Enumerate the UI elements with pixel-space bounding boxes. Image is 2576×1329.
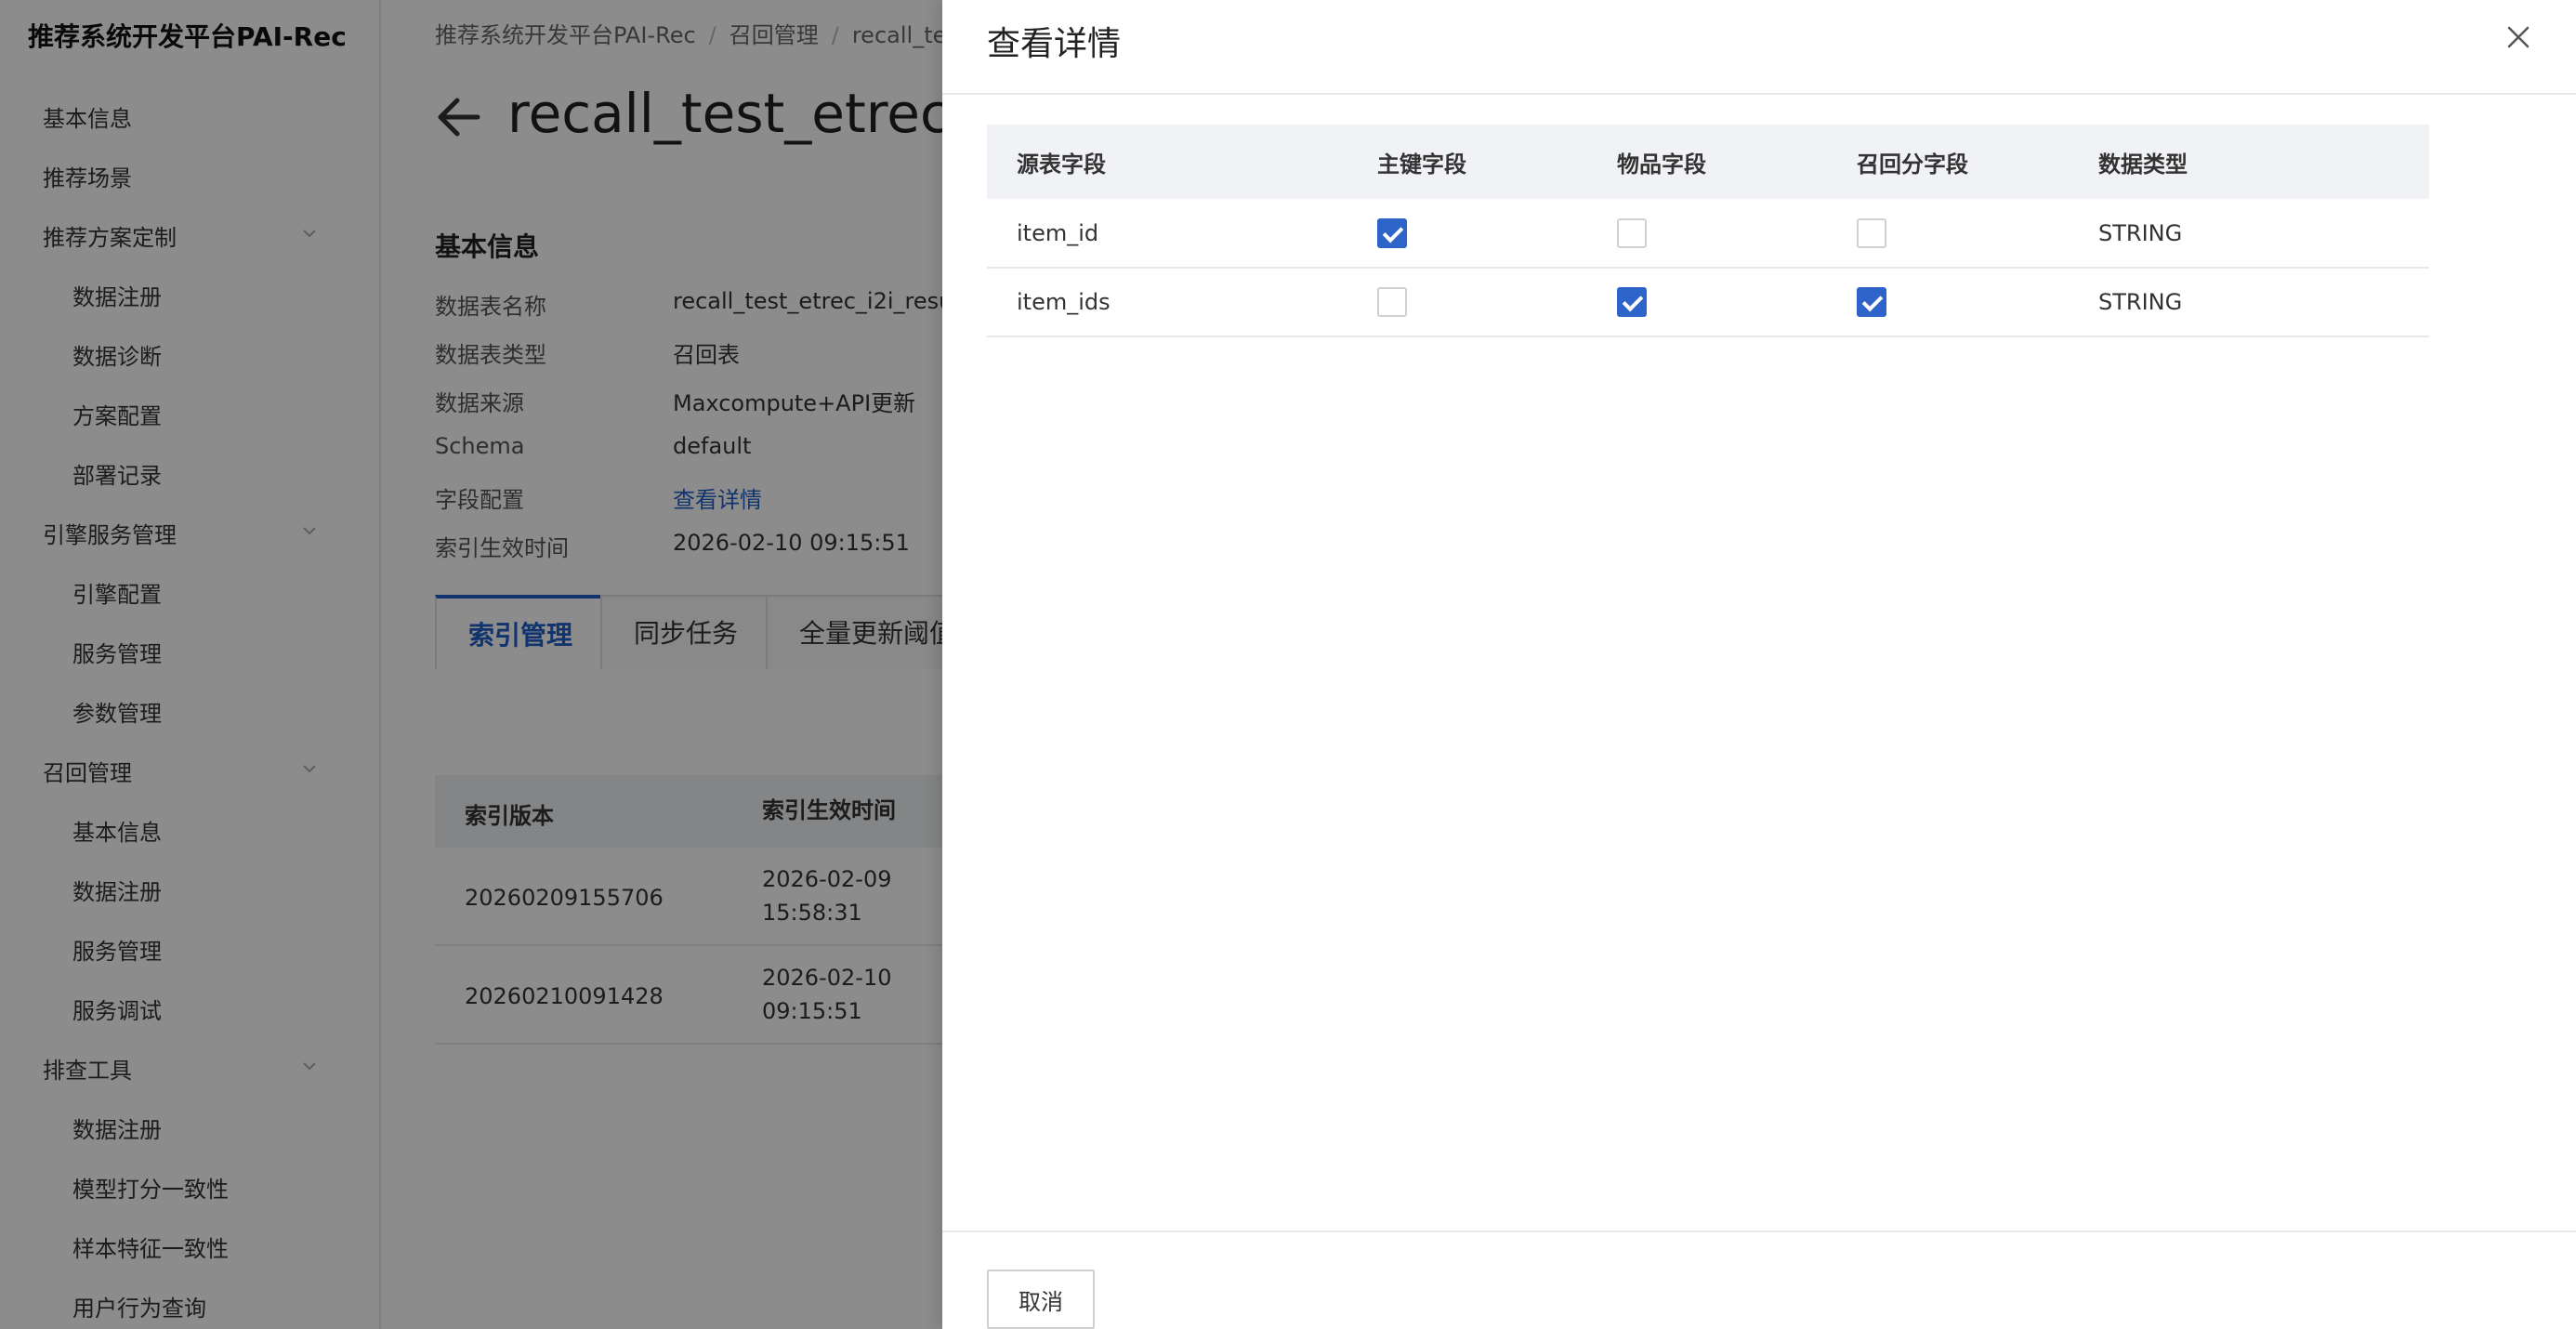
primary-key-checkbox[interactable] — [1377, 287, 1407, 317]
item-field-checkbox[interactable] — [1617, 217, 1647, 248]
column-header-score-field: 召回分字段 — [1857, 151, 1968, 178]
column-header-data-type: 数据类型 — [2098, 151, 2188, 178]
drawer-title: 查看详情 — [987, 25, 1122, 63]
details-drawer: 查看详情 源表字段 主键字段 物品字段 召回分字段 数据类型 item_id S — [942, 0, 2576, 1329]
score-field-checkbox[interactable] — [1857, 217, 1886, 248]
column-header-source-field: 源表字段 — [1017, 151, 1106, 178]
source-field-name: item_id — [1017, 219, 1099, 246]
table-row: item_ids STRING — [987, 268, 2429, 336]
score-field-checkbox[interactable] — [1857, 287, 1886, 317]
column-header-primary-key: 主键字段 — [1377, 151, 1466, 178]
cancel-button[interactable]: 取消 — [987, 1270, 1095, 1329]
field-config-header-row: 源表字段 主键字段 物品字段 召回分字段 数据类型 — [987, 125, 2429, 199]
data-type: STRING — [2098, 289, 2183, 315]
drawer-header: 查看详情 — [942, 0, 2576, 95]
primary-key-checkbox[interactable] — [1377, 217, 1407, 248]
field-config-table: 源表字段 主键字段 物品字段 召回分字段 数据类型 item_id STRING… — [987, 125, 2429, 337]
column-header-item-field: 物品字段 — [1617, 151, 1706, 178]
table-row: item_id STRING — [987, 199, 2429, 268]
close-icon[interactable] — [2504, 22, 2533, 52]
data-type: STRING — [2098, 219, 2183, 246]
item-field-checkbox[interactable] — [1617, 287, 1647, 317]
source-field-name: item_ids — [1017, 289, 1111, 315]
drawer-footer: 取消 — [942, 1230, 2576, 1329]
